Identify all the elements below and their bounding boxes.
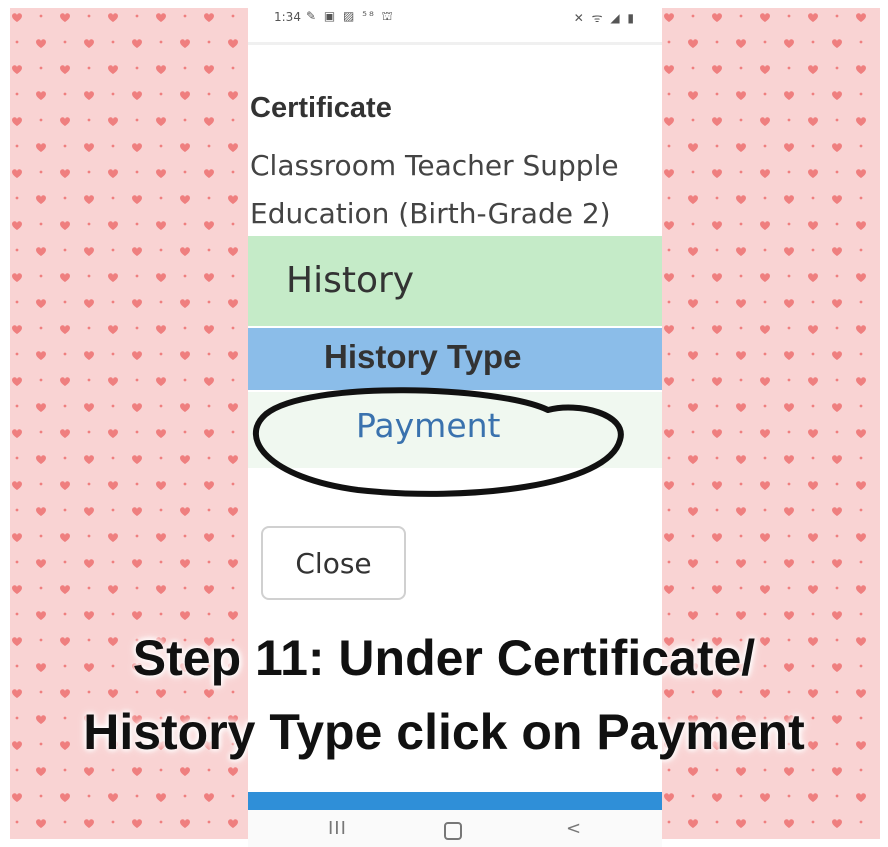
certificate-value-line2: Education (Birth-Grade 2): [250, 197, 611, 230]
home-button[interactable]: [444, 822, 462, 840]
history-type-label: History Type: [324, 338, 522, 375]
recents-button[interactable]: III: [328, 818, 347, 839]
caption-line2: History Type click on Payment: [83, 704, 805, 760]
certificate-value-line1: Classroom Teacher Supple: [250, 149, 619, 182]
android-nav-bar: III <: [248, 810, 662, 847]
close-button[interactable]: Close: [261, 526, 406, 600]
status-time: 1:34: [274, 10, 301, 24]
history-panel-header: History: [248, 236, 662, 326]
status-divider: [248, 42, 662, 45]
status-bar: 1:34 ✎ ▣ ▨ ⁵⁸ ⛫ ✕ ᯤ ◢ ▮: [248, 0, 662, 40]
back-button[interactable]: <: [566, 818, 581, 839]
caption-line1: Step 11: Under Certificate/: [132, 630, 756, 686]
certificate-value: Classroom Teacher Supple Education (Birt…: [250, 142, 662, 238]
history-title: History: [286, 260, 415, 301]
notification-icons: ✎ ▣ ▨ ⁵⁸ ⛫: [306, 9, 395, 23]
system-status-icons: ✕ ᯤ ◢ ▮: [573, 11, 636, 25]
bottom-action-bar: [248, 792, 662, 810]
circle-annotation: [253, 387, 624, 497]
certificate-label: Certificate: [250, 92, 392, 124]
